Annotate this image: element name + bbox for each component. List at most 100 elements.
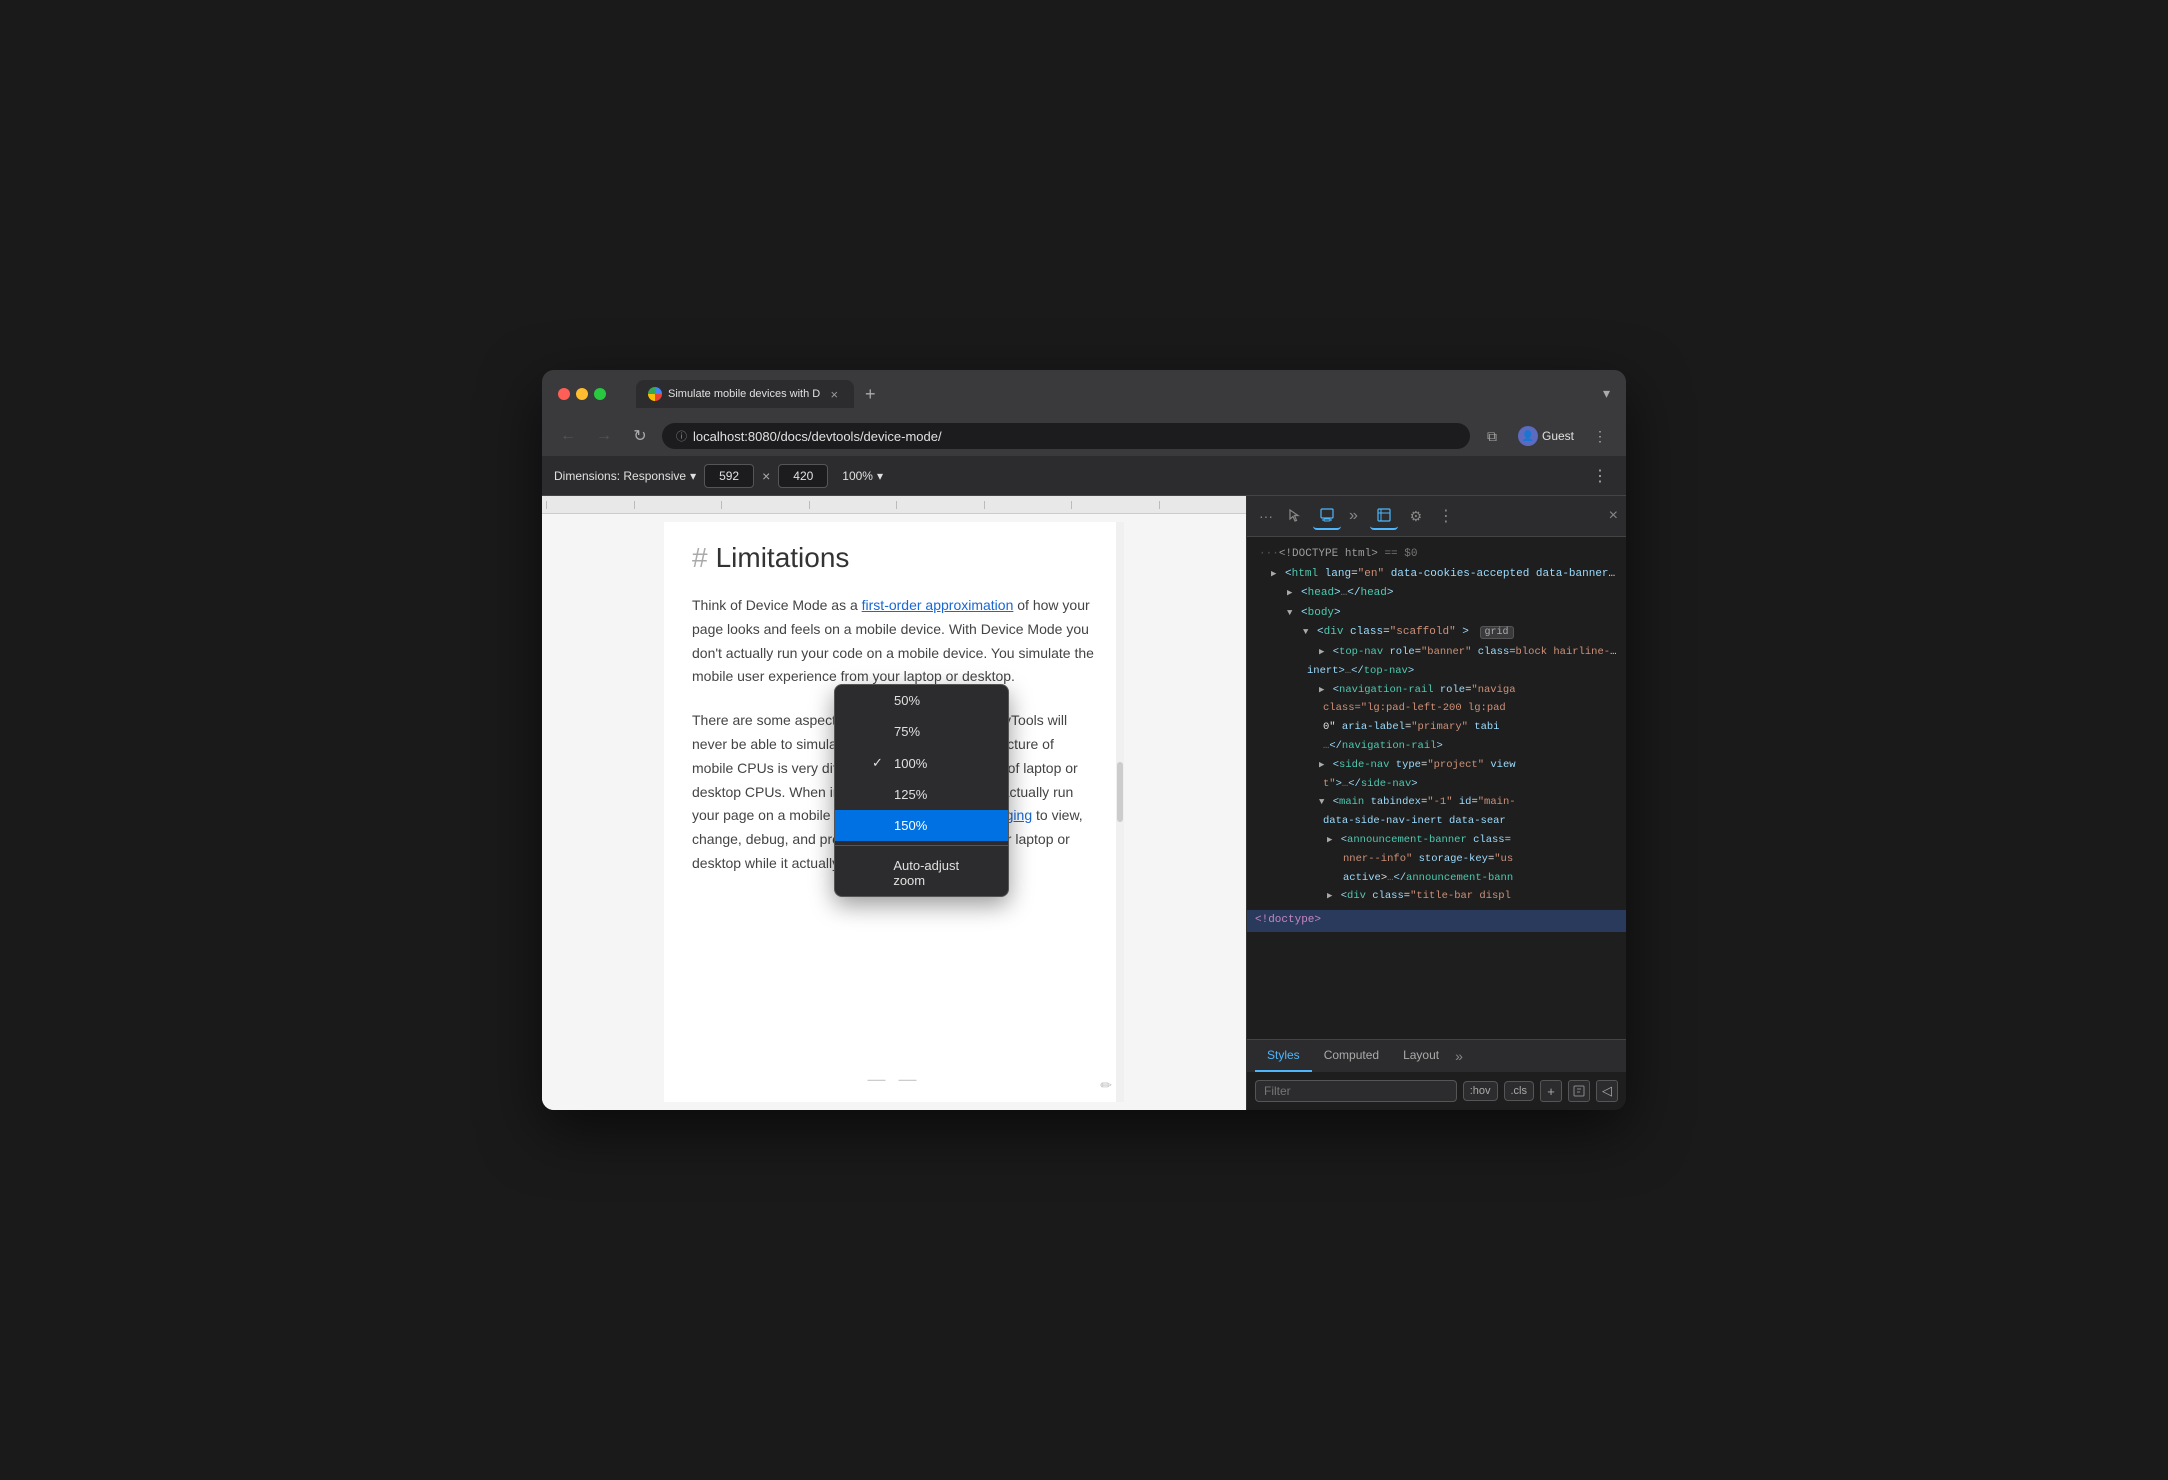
width-input[interactable]: [704, 464, 754, 488]
back-button[interactable]: ←: [554, 422, 582, 450]
zoom-option-75[interactable]: 75%: [835, 716, 1008, 747]
device-icon: [1319, 507, 1335, 523]
tab-favicon: [648, 387, 662, 401]
close-traffic-light[interactable]: [558, 388, 570, 400]
zoom-option-100[interactable]: ✓ 100%: [835, 747, 1008, 779]
address-bar[interactable]: ⓘ localhost:8080/docs/devtools/device-mo…: [662, 423, 1470, 449]
elements-panel-button[interactable]: [1370, 502, 1398, 530]
profile-label: Guest: [1542, 429, 1574, 443]
tab-layout[interactable]: Layout: [1391, 1040, 1451, 1072]
heading-hash: #: [692, 542, 708, 574]
dimensions-selector[interactable]: Dimensions: Responsive ▾: [554, 469, 696, 483]
cursor-icon: [1287, 508, 1303, 524]
styles-panel: :hov .cls + ◁: [1247, 1072, 1626, 1110]
ruler-mark: [1071, 501, 1159, 509]
zoom-label-50: 50%: [894, 693, 920, 708]
forward-button[interactable]: →: [590, 422, 618, 450]
html-tag-head: ▶ <head>…</head>: [1247, 584, 1626, 604]
tab-computed[interactable]: Computed: [1312, 1040, 1391, 1072]
styles-filter-input[interactable]: [1255, 1080, 1457, 1102]
ruler-mark: [896, 501, 984, 509]
zoom-option-125[interactable]: 125%: [835, 779, 1008, 810]
profile-icon: 👤: [1518, 426, 1538, 446]
add-style-rule-button[interactable]: +: [1540, 1080, 1562, 1102]
first-order-link[interactable]: first-order approximation: [862, 597, 1014, 613]
edit-icon[interactable]: ✏: [1100, 1077, 1112, 1094]
refresh-button[interactable]: ↻: [626, 422, 654, 450]
inspect-element-tool[interactable]: [1281, 502, 1309, 530]
lock-icon: ⓘ: [676, 428, 687, 444]
zoom-option-150[interactable]: 150%: [835, 810, 1008, 841]
elements-icon: [1376, 507, 1392, 523]
zoom-option-50[interactable]: 50%: [835, 685, 1008, 716]
html-tree[interactable]: ···<!DOCTYPE html> == $0 ▶ <html lang="e…: [1247, 537, 1626, 1039]
html-tag-body: ▼ <body>: [1247, 604, 1626, 624]
html-tag-main-2: data-side-nav-inert data-sear: [1247, 812, 1626, 831]
scrollbar[interactable]: [1116, 522, 1124, 1102]
html-tag-side-nav: ▶ <side-nav type="project" view: [1247, 756, 1626, 775]
browser-window: Simulate mobile devices with D × + ▾ ← →…: [542, 370, 1626, 1110]
html-tag-nav-rail-4: …</navigation-rail>: [1247, 737, 1626, 756]
devtools-more-tools[interactable]: »: [1345, 507, 1362, 525]
url-text: localhost:8080/docs/devtools/device-mode…: [693, 429, 942, 444]
html-tag-nav-rail: ▶ <navigation-rail role="naviga: [1247, 681, 1626, 700]
settings-button[interactable]: ⚙: [1402, 502, 1430, 530]
heading-text: Limitations: [716, 542, 850, 574]
zoom-dropdown: 50% 75% ✓ 100% 125% 150%: [834, 684, 1009, 897]
zoom-check-100: ✓: [872, 755, 886, 771]
devtools-overflow-dots[interactable]: ···: [1255, 508, 1277, 524]
page-viewport: # Limitations Think of Device Mode as a …: [542, 496, 1246, 1110]
browser-toolbar-right: ⧉ 👤 Guest ⋮: [1478, 422, 1614, 450]
hov-button[interactable]: :hov: [1463, 1081, 1498, 1101]
maximize-traffic-light[interactable]: [594, 388, 606, 400]
html-tag-announcement-3: active>…</announcement-bann: [1247, 869, 1626, 888]
tabs-row: Simulate mobile devices with D × + ▾: [636, 380, 1610, 408]
profile-button[interactable]: 👤 Guest: [1510, 423, 1582, 449]
tab-title: Simulate mobile devices with D: [668, 388, 820, 400]
dimensions-label-text: Dimensions: Responsive: [554, 469, 686, 483]
zoom-arrow-icon: ▾: [877, 469, 883, 483]
toggle-sidebar-button[interactable]: ◁: [1596, 1080, 1618, 1102]
browser-tab[interactable]: Simulate mobile devices with D ×: [636, 380, 854, 408]
html-tag-announcement-2: nner--info" storage-key="us: [1247, 850, 1626, 869]
devtools-close-button[interactable]: ×: [1609, 507, 1618, 525]
html-tag-html: ▶ <html lang="en" data-cookies-accepted …: [1247, 565, 1626, 585]
cls-button[interactable]: .cls: [1504, 1081, 1535, 1101]
html-tag-top-nav: ▶ <top-nav role="banner" class=block hai…: [1247, 643, 1626, 662]
page-para-1: Think of Device Mode as a first-order ap…: [692, 594, 1096, 689]
zoom-option-auto[interactable]: Auto-adjust zoom: [835, 850, 1008, 896]
device-mode-tool[interactable]: [1313, 502, 1341, 530]
new-tab-button[interactable]: +: [856, 380, 884, 408]
minimize-traffic-light[interactable]: [576, 388, 588, 400]
html-doctype-comment: ···<!DOCTYPE html> == $0: [1247, 545, 1626, 565]
ruler-mark: [546, 501, 634, 509]
html-doctype-selected[interactable]: <!doctype>: [1247, 910, 1626, 932]
device-toolbar-more-button[interactable]: ⋮: [1586, 462, 1614, 490]
tab-computed-label: Computed: [1324, 1048, 1379, 1062]
new-rule-icon: [1573, 1085, 1585, 1097]
tab-overflow-button[interactable]: ▾: [1603, 385, 1610, 408]
tab-switcher-button[interactable]: ⧉: [1478, 422, 1506, 450]
devtools-toolbar: ··· »: [1247, 496, 1626, 537]
chrome-menu-button[interactable]: ⋮: [1586, 422, 1614, 450]
tab-close-button[interactable]: ×: [826, 386, 842, 402]
ruler-mark: [1159, 501, 1247, 509]
html-tag-scaffold: ▼ <div class="scaffold" > grid: [1247, 623, 1626, 643]
doctype-text: <!doctype>: [1255, 914, 1321, 926]
devtools-panel: ··· »: [1246, 496, 1626, 1110]
html-tag-announcement: ▶ <announcement-banner class=: [1247, 831, 1626, 850]
height-input[interactable]: [778, 464, 828, 488]
zoom-selector[interactable]: 100% ▾: [836, 466, 889, 486]
tab-layout-label: Layout: [1403, 1048, 1439, 1062]
devtools-panel-tabs: Styles Computed Layout »: [1247, 1040, 1626, 1072]
devtools-panel-more[interactable]: ⋮: [1434, 506, 1458, 526]
ruler-mark: [634, 501, 722, 509]
device-toolbar: Dimensions: Responsive ▾ × 100% ▾ ⋮: [542, 456, 1626, 496]
ruler-mark: [984, 501, 1072, 509]
new-style-rule-button[interactable]: [1568, 1080, 1590, 1102]
devtools-tab-more[interactable]: »: [1451, 1040, 1467, 1072]
styles-filter-row: :hov .cls + ◁: [1255, 1080, 1618, 1102]
tab-styles[interactable]: Styles: [1255, 1040, 1312, 1072]
html-tag-nav-rail-2: class="lg:pad-left-200 lg:pad: [1247, 699, 1626, 718]
title-bar-top: Simulate mobile devices with D × + ▾: [558, 380, 1610, 408]
